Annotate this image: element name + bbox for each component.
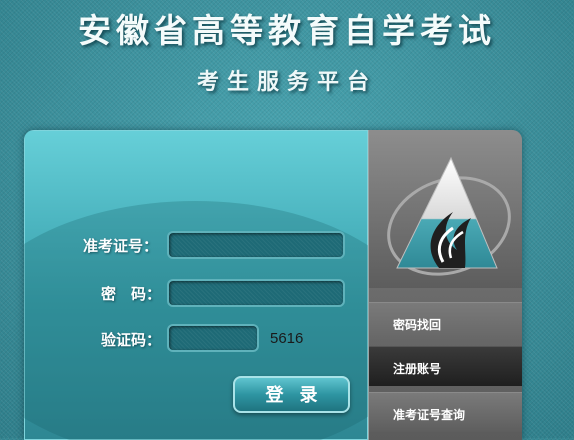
- page-subtitle: 考生服务平台: [196, 69, 377, 95]
- captcha-code[interactable]: 5616: [270, 330, 303, 347]
- side-menu: 密码找回 注册账号 准考证号查询: [368, 130, 522, 440]
- page-title: 安徽省高等教育自学考试: [78, 11, 496, 50]
- side-menu-item-register[interactable]: 注册账号: [369, 346, 522, 386]
- captcha-input[interactable]: [167, 324, 259, 352]
- password-label: 密 码：: [101, 285, 162, 303]
- exam-id-label: 准考证号：: [83, 237, 159, 255]
- captcha-label: 验证码：: [101, 331, 162, 349]
- exam-id-input[interactable]: [167, 231, 345, 259]
- login-form: 准考证号： 密 码： 验证码： 5616 登录: [24, 130, 425, 440]
- login-panel: 准考证号： 密 码： 验证码： 5616 登录 密码找回 注册账号 准考证号查询: [24, 130, 522, 440]
- side-menu-item-password-recovery[interactable]: 密码找回: [369, 302, 522, 342]
- password-input[interactable]: [167, 279, 345, 307]
- triangle-flame-logo-icon: [369, 130, 522, 288]
- side-menu-item-exam-id-lookup[interactable]: 准考证号查询: [369, 392, 522, 432]
- login-button[interactable]: 登录: [233, 376, 350, 413]
